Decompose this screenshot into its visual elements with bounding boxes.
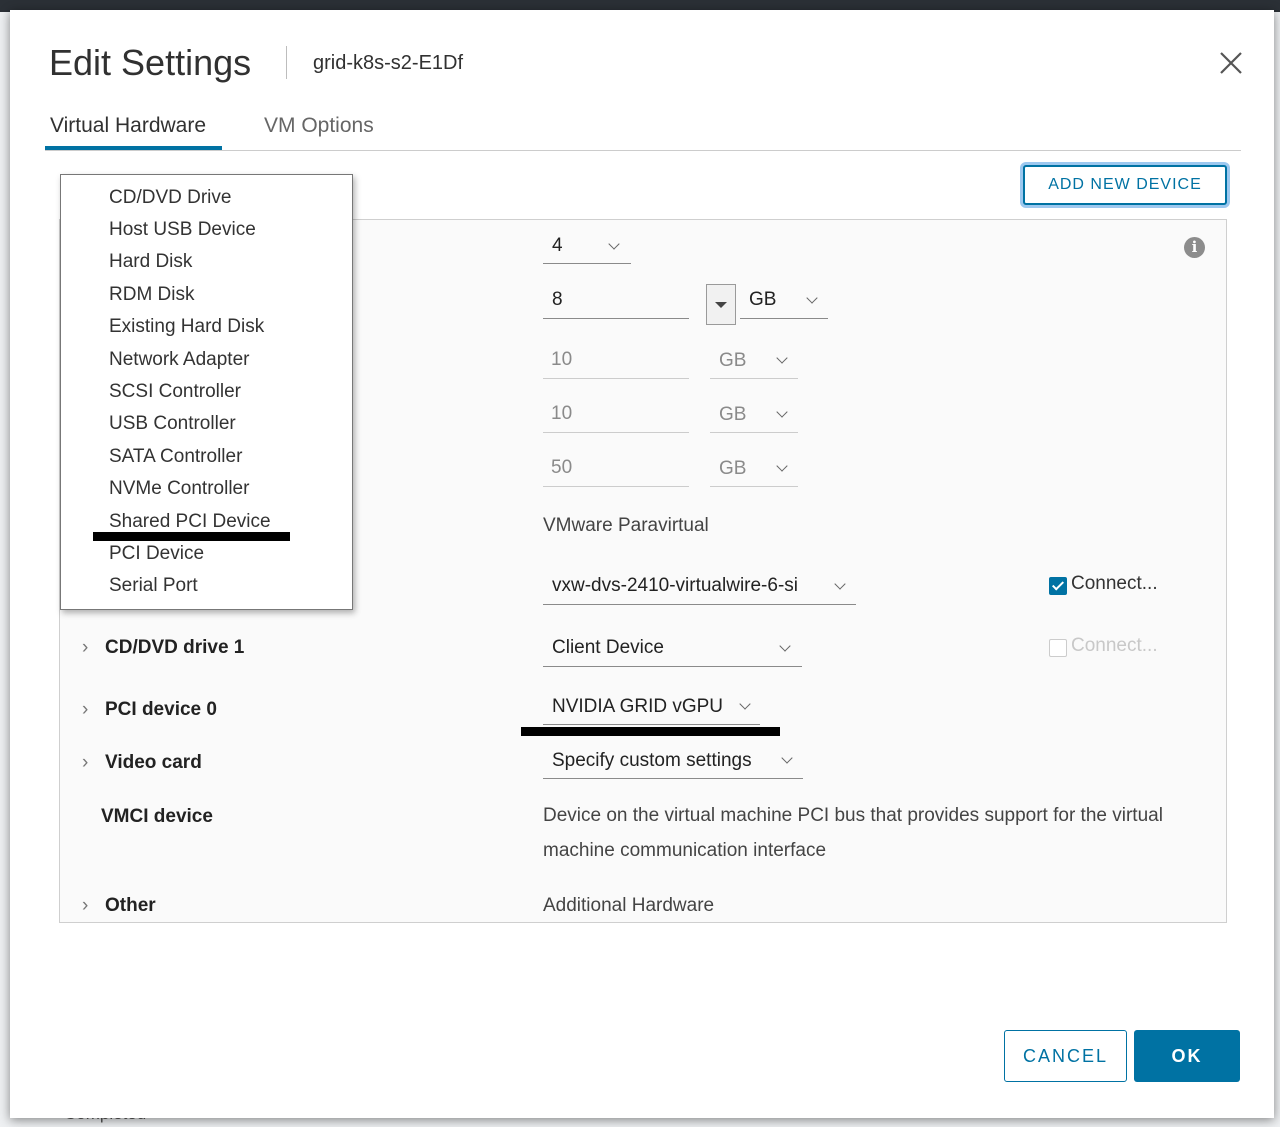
scsi-controller-type: VMware Paravirtual bbox=[543, 515, 709, 536]
chevron-down-icon bbox=[776, 352, 788, 364]
disk-2-size: 10 bbox=[551, 403, 573, 424]
disk-3-unit: GB bbox=[719, 458, 747, 479]
table-row-vmci-device: VMCI device Device on the virtual machin… bbox=[60, 790, 1226, 880]
cddvd-value: Client Device bbox=[552, 637, 664, 658]
menu-item-host-usb-device[interactable]: Host USB Device bbox=[109, 219, 256, 241]
pci-device-select[interactable]: NVIDIA GRID vGPU bbox=[543, 695, 760, 725]
cddvd-connect-label: Connect... bbox=[1071, 635, 1158, 656]
disk-3-size-input[interactable]: 50 bbox=[543, 457, 689, 487]
network-value: vxw-dvs-2410-virtualwire-6-si bbox=[552, 575, 798, 596]
other-value: Additional Hardware bbox=[543, 895, 715, 916]
vm-name: grid-k8s-s2-E1Df bbox=[313, 52, 464, 74]
vmci-device-label: VMCI device bbox=[101, 806, 213, 827]
cddvd-connect-checkbox[interactable] bbox=[1049, 639, 1067, 657]
menu-item-usb-controller[interactable]: USB Controller bbox=[109, 413, 236, 435]
menu-item-scsi-controller[interactable]: SCSI Controller bbox=[109, 381, 241, 403]
chevron-down-icon bbox=[776, 406, 788, 418]
expand-chevron-icon[interactable]: › bbox=[82, 752, 88, 774]
pci-device-label: PCI device 0 bbox=[105, 699, 217, 720]
expand-chevron-icon[interactable]: › bbox=[82, 637, 88, 659]
disk-2-size-input[interactable]: 10 bbox=[543, 403, 689, 433]
menu-item-existing-hard-disk[interactable]: Existing Hard Disk bbox=[109, 316, 264, 338]
chevron-down-icon bbox=[834, 578, 846, 590]
chevron-down-icon bbox=[779, 640, 791, 652]
info-icon[interactable]: i bbox=[1184, 237, 1205, 258]
table-row-video-card[interactable]: › Video card Specify custom settings bbox=[60, 736, 1226, 791]
cpu-value: 4 bbox=[552, 235, 563, 256]
menu-item-hard-disk[interactable]: Hard Disk bbox=[109, 251, 192, 273]
memory-unit: GB bbox=[749, 289, 777, 310]
menu-item-serial-port[interactable]: Serial Port bbox=[109, 575, 198, 597]
disk-3-size: 50 bbox=[551, 457, 573, 478]
menu-item-pci-device[interactable]: PCI Device bbox=[109, 543, 204, 565]
memory-input[interactable]: 8 bbox=[543, 289, 689, 319]
title-separator bbox=[286, 46, 287, 79]
disk-1-unit: GB bbox=[719, 350, 747, 371]
disk-1-unit-select[interactable]: GB bbox=[710, 349, 798, 379]
ok-button[interactable]: OK bbox=[1134, 1030, 1240, 1082]
menu-item-shared-pci-device[interactable]: Shared PCI Device bbox=[109, 511, 271, 533]
network-select[interactable]: vxw-dvs-2410-virtualwire-6-si bbox=[543, 574, 856, 605]
chevron-down-icon bbox=[781, 752, 793, 764]
disk-2-unit: GB bbox=[719, 404, 747, 425]
close-icon[interactable] bbox=[1216, 48, 1246, 78]
table-row-pci-device[interactable]: › PCI device 0 NVIDIA GRID vGPU bbox=[60, 681, 1226, 737]
add-new-device-button[interactable]: ADD NEW DEVICE bbox=[1023, 165, 1227, 205]
menu-item-nvme-controller[interactable]: NVMe Controller bbox=[109, 478, 249, 500]
active-tab-indicator bbox=[45, 146, 222, 150]
disk-1-size-input[interactable]: 10 bbox=[543, 349, 689, 379]
table-row-cddvd-drive[interactable]: › CD/DVD drive 1 Client Device Connect..… bbox=[60, 620, 1226, 682]
disk-3-unit-select[interactable]: GB bbox=[710, 457, 798, 487]
add-device-menu: CD/DVD Drive Host USB Device Hard Disk R… bbox=[60, 174, 353, 610]
cddvd-select[interactable]: Client Device bbox=[543, 636, 802, 667]
menu-item-rdm-disk[interactable]: RDM Disk bbox=[109, 284, 195, 306]
network-connect-label: Connect... bbox=[1071, 573, 1158, 594]
pci-device-value: NVIDIA GRID vGPU bbox=[552, 696, 724, 717]
chevron-down-icon bbox=[776, 460, 788, 472]
dialog-title: Edit Settings bbox=[49, 42, 252, 83]
redaction-mark bbox=[93, 532, 290, 541]
tabs-divider bbox=[45, 150, 1241, 151]
cpu-select[interactable]: 4 bbox=[543, 235, 631, 264]
cddvd-label: CD/DVD drive 1 bbox=[105, 637, 245, 658]
menu-item-sata-controller[interactable]: SATA Controller bbox=[109, 446, 242, 468]
disk-1-size: 10 bbox=[551, 349, 573, 370]
menu-item-cddvd-drive[interactable]: CD/DVD Drive bbox=[109, 187, 231, 209]
edit-settings-dialog: Edit Settings grid-k8s-s2-E1Df Virtual H… bbox=[10, 10, 1274, 1118]
video-card-select[interactable]: Specify custom settings bbox=[543, 749, 803, 779]
vmci-device-description: Device on the virtual machine PCI bus th… bbox=[543, 805, 1163, 861]
other-label: Other bbox=[105, 895, 156, 916]
tab-virtual-hardware[interactable]: Virtual Hardware bbox=[50, 114, 206, 138]
redaction-mark bbox=[521, 727, 780, 736]
table-row-other[interactable]: › Other Additional Hardware bbox=[60, 879, 1226, 922]
cancel-button[interactable]: CANCEL bbox=[1004, 1030, 1127, 1082]
tab-vm-options[interactable]: VM Options bbox=[264, 114, 374, 138]
memory-value: 8 bbox=[552, 289, 563, 310]
disk-2-unit-select[interactable]: GB bbox=[710, 403, 798, 433]
expand-chevron-icon[interactable]: › bbox=[82, 895, 88, 917]
chevron-down-icon bbox=[806, 292, 818, 304]
chevron-down-icon bbox=[739, 698, 751, 710]
video-card-value: Specify custom settings bbox=[552, 750, 752, 771]
chevron-down-icon bbox=[608, 238, 620, 250]
video-card-label: Video card bbox=[105, 752, 202, 773]
network-connect-checkbox[interactable] bbox=[1049, 577, 1067, 595]
menu-item-network-adapter[interactable]: Network Adapter bbox=[109, 349, 249, 371]
memory-unit-stepper[interactable] bbox=[706, 284, 736, 325]
memory-unit-select[interactable]: GB bbox=[740, 289, 828, 319]
expand-chevron-icon[interactable]: › bbox=[82, 699, 88, 721]
